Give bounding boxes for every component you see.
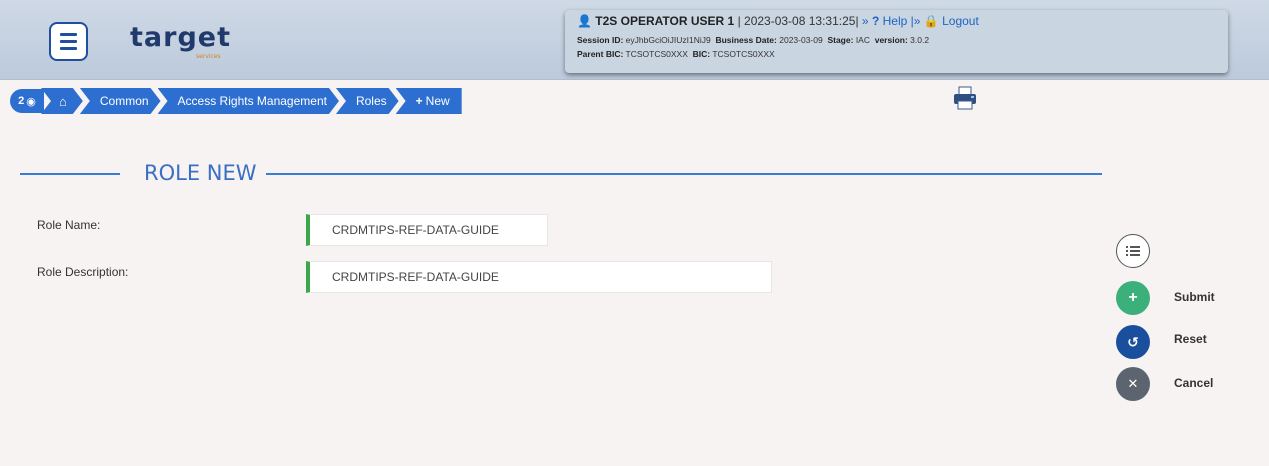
role-description-field[interactable]: CRDMTIPS-REF-DATA-GUIDE	[306, 261, 772, 293]
logo-subtitle: services	[196, 53, 221, 60]
parent-bic-label: Parent BIC:	[577, 49, 624, 59]
bic-label: BIC:	[692, 49, 711, 59]
version-label: version:	[874, 35, 908, 45]
menu-bar	[60, 47, 77, 50]
logout-link[interactable]: Logout	[942, 14, 979, 28]
help-link[interactable]: Help	[883, 14, 908, 28]
reset-button[interactable]: ↺	[1116, 325, 1150, 359]
bic-line: Parent BIC: TCSOTCS0XXX BIC: TCSOTCS0XXX	[577, 49, 1216, 59]
page-title: ROLE NEW	[144, 161, 257, 185]
session-details-line: Session ID: eyJhbGciOiJIUzI1NiJ9 Busines…	[577, 35, 1216, 45]
breadcrumb-new-label: New	[425, 94, 450, 108]
session-id-value: eyJhbGciOiJIUzI1NiJ9	[625, 35, 711, 45]
target-logo: target	[130, 22, 231, 53]
reset-label[interactable]: Reset	[1174, 332, 1207, 346]
breadcrumb-new[interactable]: + New	[395, 88, 462, 114]
breadcrumb-home[interactable]: ⌂	[41, 88, 83, 114]
plus-icon: +	[1128, 289, 1138, 306]
eye-icon: ◉	[26, 95, 36, 108]
separator: »	[861, 14, 869, 28]
help-icon[interactable]: ?	[872, 14, 879, 28]
submit-label[interactable]: Submit	[1174, 290, 1215, 304]
parent-bic-value: TCSOTCS0XXX	[625, 49, 688, 59]
separator: |»	[910, 14, 921, 28]
history-count: 2	[18, 95, 25, 107]
business-date-value: 2023-03-09	[779, 35, 823, 45]
user-line: 👤 T2S OPERATOR USER 1 | 2023-03-08 13:31…	[577, 14, 1216, 31]
role-name-label: Role Name:	[37, 218, 101, 232]
hamburger-menu-button[interactable]	[49, 22, 88, 61]
session-info-panel: 👤 T2S OPERATOR USER 1 | 2023-03-08 13:31…	[565, 10, 1228, 73]
role-description-label: Role Description:	[37, 265, 129, 279]
breadcrumb: 2 ◉ ⌂ Common Access Rights Management Ro…	[10, 88, 462, 114]
list-icon	[1126, 246, 1140, 256]
submit-button[interactable]: +	[1116, 281, 1150, 315]
section-header: ROLE NEW	[20, 158, 1102, 188]
bic-value: TCSOTCS0XXX	[712, 49, 775, 59]
cancel-button[interactable]: ✕	[1116, 367, 1150, 401]
top-header: target services 👤 T2S OPERATOR USER 1 | …	[0, 0, 1269, 80]
history-badge[interactable]: 2 ◉	[10, 89, 44, 113]
session-id-label: Session ID:	[577, 35, 624, 45]
breadcrumb-common[interactable]: Common	[80, 88, 161, 114]
stage-label: Stage:	[827, 35, 854, 45]
menu-bar	[60, 40, 77, 43]
user-name: T2S OPERATOR USER 1	[595, 14, 735, 28]
lock-icon[interactable]: 🔒	[924, 14, 939, 28]
undo-icon: ↺	[1127, 333, 1139, 350]
user-icon: 👤	[577, 14, 592, 28]
role-name-field[interactable]: CRDMTIPS-REF-DATA-GUIDE	[306, 214, 548, 246]
home-icon: ⌂	[59, 93, 67, 109]
business-date-label: Business Date:	[715, 35, 777, 45]
close-icon: ✕	[1127, 376, 1139, 391]
menu-bar	[60, 33, 77, 36]
title-divider-left	[20, 173, 120, 175]
session-datetime: | 2023-03-08 13:31:25|	[737, 14, 859, 28]
title-divider-right	[266, 173, 1102, 175]
stage-value: IAC	[855, 35, 870, 45]
plus-icon: +	[415, 94, 423, 108]
printer-icon[interactable]	[952, 86, 978, 110]
cancel-label[interactable]: Cancel	[1174, 376, 1213, 390]
breadcrumb-access-rights-management[interactable]: Access Rights Management	[158, 88, 339, 114]
breadcrumb-roles[interactable]: Roles	[336, 88, 399, 114]
list-button[interactable]	[1116, 234, 1150, 268]
version-value: 3.0.2	[910, 35, 930, 45]
